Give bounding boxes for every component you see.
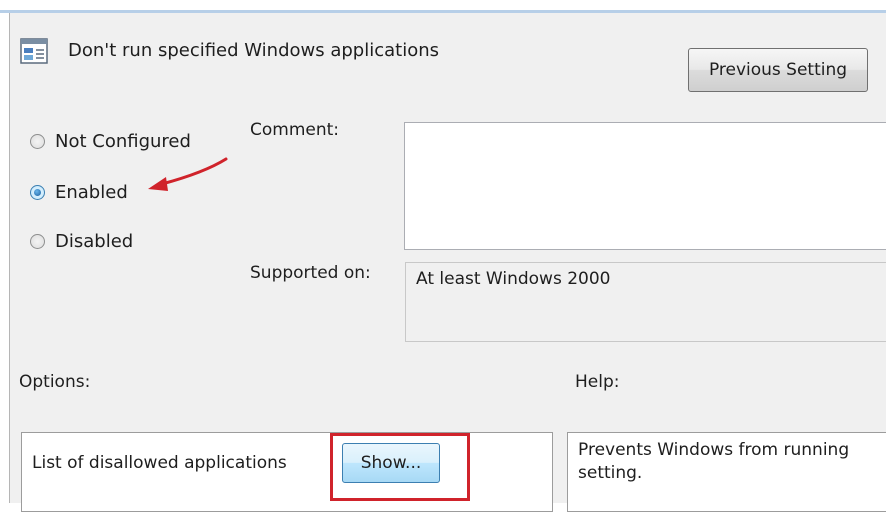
help-text-line-2: setting. [578, 463, 643, 483]
radio-disabled-label: Disabled [55, 230, 134, 252]
help-label: Help: [575, 372, 620, 392]
supported-on-label: Supported on: [250, 263, 371, 283]
show-button[interactable]: Show... [342, 443, 440, 483]
supported-on-field: At least Windows 2000 [405, 262, 886, 342]
options-label: Options: [19, 372, 91, 392]
radio-enabled[interactable]: Enabled [30, 179, 128, 205]
policy-setting-icon [20, 38, 48, 64]
window-top-edge [0, 0, 886, 14]
disallowed-apps-label: List of disallowed applications [32, 453, 287, 473]
supported-on-value: At least Windows 2000 [416, 269, 611, 289]
radio-enabled-label: Enabled [55, 181, 128, 203]
policy-title: Don't run specified Windows applications [68, 40, 440, 61]
radio-not-configured-label: Not Configured [55, 130, 191, 152]
comment-textarea[interactable] [404, 122, 886, 250]
previous-setting-button[interactable]: Previous Setting [688, 48, 868, 92]
help-panel: Prevents Windows from running setting. [567, 432, 886, 512]
radio-not-configured-indicator[interactable] [30, 133, 45, 149]
comment-label: Comment: [250, 120, 340, 140]
radio-disabled-indicator[interactable] [30, 233, 45, 249]
radio-disabled[interactable]: Disabled [30, 228, 133, 254]
options-panel: List of disallowed applications Show... [21, 432, 553, 512]
radio-enabled-indicator[interactable] [30, 184, 45, 200]
help-text-line-1: Prevents Windows from running [578, 440, 850, 460]
radio-not-configured[interactable]: Not Configured [30, 128, 191, 154]
